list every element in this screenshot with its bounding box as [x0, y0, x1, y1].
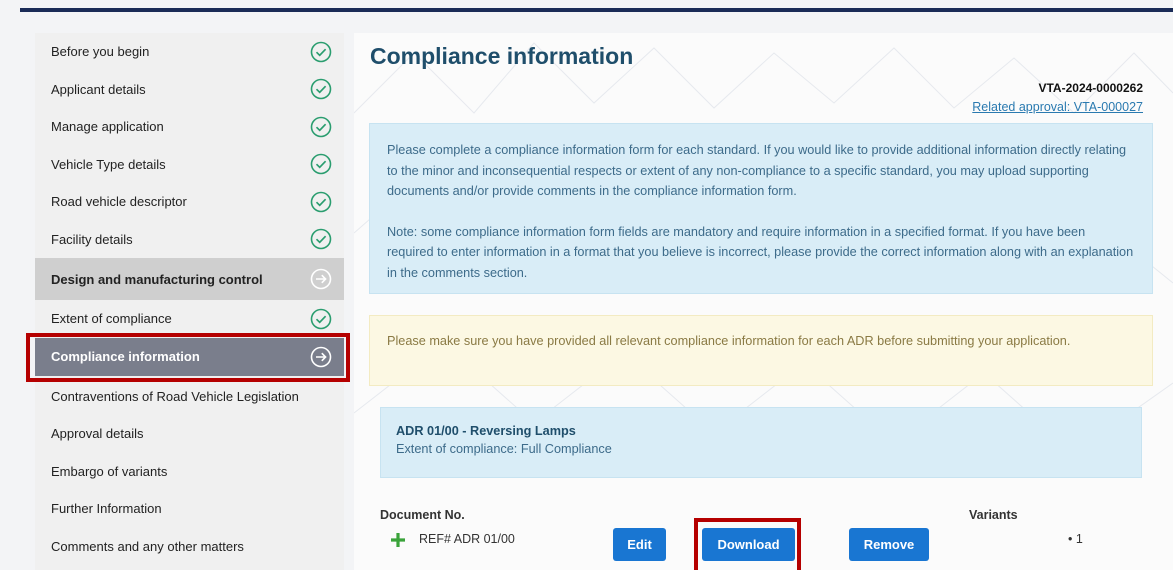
sidebar-item-road-vehicle-descriptor[interactable]: Road vehicle descriptor [35, 183, 344, 221]
document-no-header: Document No. [380, 508, 465, 522]
sidebar-item-manage-application[interactable]: Manage application [35, 108, 344, 146]
check-circle-icon [310, 41, 332, 63]
sidebar-item-label: Approval details [51, 426, 144, 442]
check-circle-icon [310, 78, 332, 100]
check-circle-icon [310, 308, 332, 330]
plus-icon[interactable] [390, 532, 406, 548]
document-reference: REF# ADR 01/00 [419, 532, 515, 546]
remove-button[interactable]: Remove [849, 528, 929, 561]
check-circle-icon [310, 228, 332, 250]
sidebar-item-label: Extent of compliance [51, 311, 172, 327]
related-approval-link[interactable]: Related approval: VTA-000027 [972, 100, 1143, 114]
sidebar-item-further-information[interactable]: Further Information [35, 490, 344, 528]
sidebar-item-label: Facility details [51, 231, 133, 247]
sidebar-item-label: Comments and any other matters [51, 538, 244, 554]
sidebar-item-label: Compliance information [51, 349, 200, 364]
sidebar-item-extent-of-compliance[interactable]: Extent of compliance [35, 300, 344, 338]
warning-text: Please make sure you have provided all r… [387, 334, 1071, 348]
sidebar-item-embargo-of-variants[interactable]: Embargo of variants [35, 453, 344, 491]
arrow-circle-right-icon [310, 268, 332, 290]
check-circle-icon [310, 191, 332, 213]
sidebar-item-label: Before you begin [51, 44, 150, 60]
header-bar [20, 8, 1173, 12]
sidebar-item-vehicle-type-details[interactable]: Vehicle Type details [35, 146, 344, 184]
variants-header: Variants [969, 508, 1018, 522]
sidebar-item-design-manufacturing[interactable]: Design and manufacturing control [35, 258, 344, 300]
sidebar-item-label: Contraventions of Road Vehicle Legislati… [51, 388, 299, 404]
sidebar-item-approval-details[interactable]: Approval details [35, 415, 344, 453]
check-circle-icon [310, 153, 332, 175]
sidebar-item-label: Road vehicle descriptor [51, 194, 187, 210]
sidebar-item-label: Applicant details [51, 81, 146, 97]
download-button[interactable]: Download [702, 528, 795, 561]
check-circle-icon [310, 116, 332, 138]
application-reference: VTA-2024-0000262 [1038, 81, 1143, 95]
edit-button[interactable]: Edit [613, 528, 666, 561]
sidebar-item-label: Further Information [51, 501, 162, 517]
page-title: Compliance information [370, 43, 634, 69]
sidebar-nav: Before you begin Applicant details Manag… [35, 33, 344, 570]
sidebar-item-comments[interactable]: Comments and any other matters [35, 528, 344, 566]
sidebar-item-contraventions[interactable]: Contraventions of Road Vehicle Legislati… [35, 378, 344, 416]
sidebar-item-compliance-information[interactable]: Compliance information [35, 337, 344, 376]
warning-alert: Please make sure you have provided all r… [369, 315, 1153, 386]
adr-extent: Extent of compliance: Full Compliance [396, 442, 612, 456]
info-alert: Please complete a compliance information… [369, 123, 1153, 294]
sidebar-item-facility-details[interactable]: Facility details [35, 221, 344, 259]
sidebar-item-label: Embargo of variants [51, 463, 168, 479]
arrow-circle-right-icon [310, 346, 332, 367]
sidebar-item-applicant-details[interactable]: Applicant details [35, 71, 344, 109]
sidebar-item-label: Design and manufacturing control [51, 271, 263, 287]
sidebar-item-label: Manage application [51, 119, 164, 135]
variant-item: • 1 [1068, 532, 1083, 546]
info-paragraph-2: Note: some compliance information form f… [387, 224, 1134, 280]
sidebar-item-before-you-begin[interactable]: Before you begin [35, 33, 344, 71]
main-content: Compliance information VTA-2024-0000262 … [354, 33, 1173, 570]
adr-title: ADR 01/00 - Reversing Lamps [396, 424, 576, 438]
info-paragraph-1: Please complete a compliance information… [387, 143, 1127, 198]
sidebar-item-label: Vehicle Type details [51, 156, 166, 172]
adr-panel: ADR 01/00 - Reversing Lamps Extent of co… [380, 407, 1142, 478]
